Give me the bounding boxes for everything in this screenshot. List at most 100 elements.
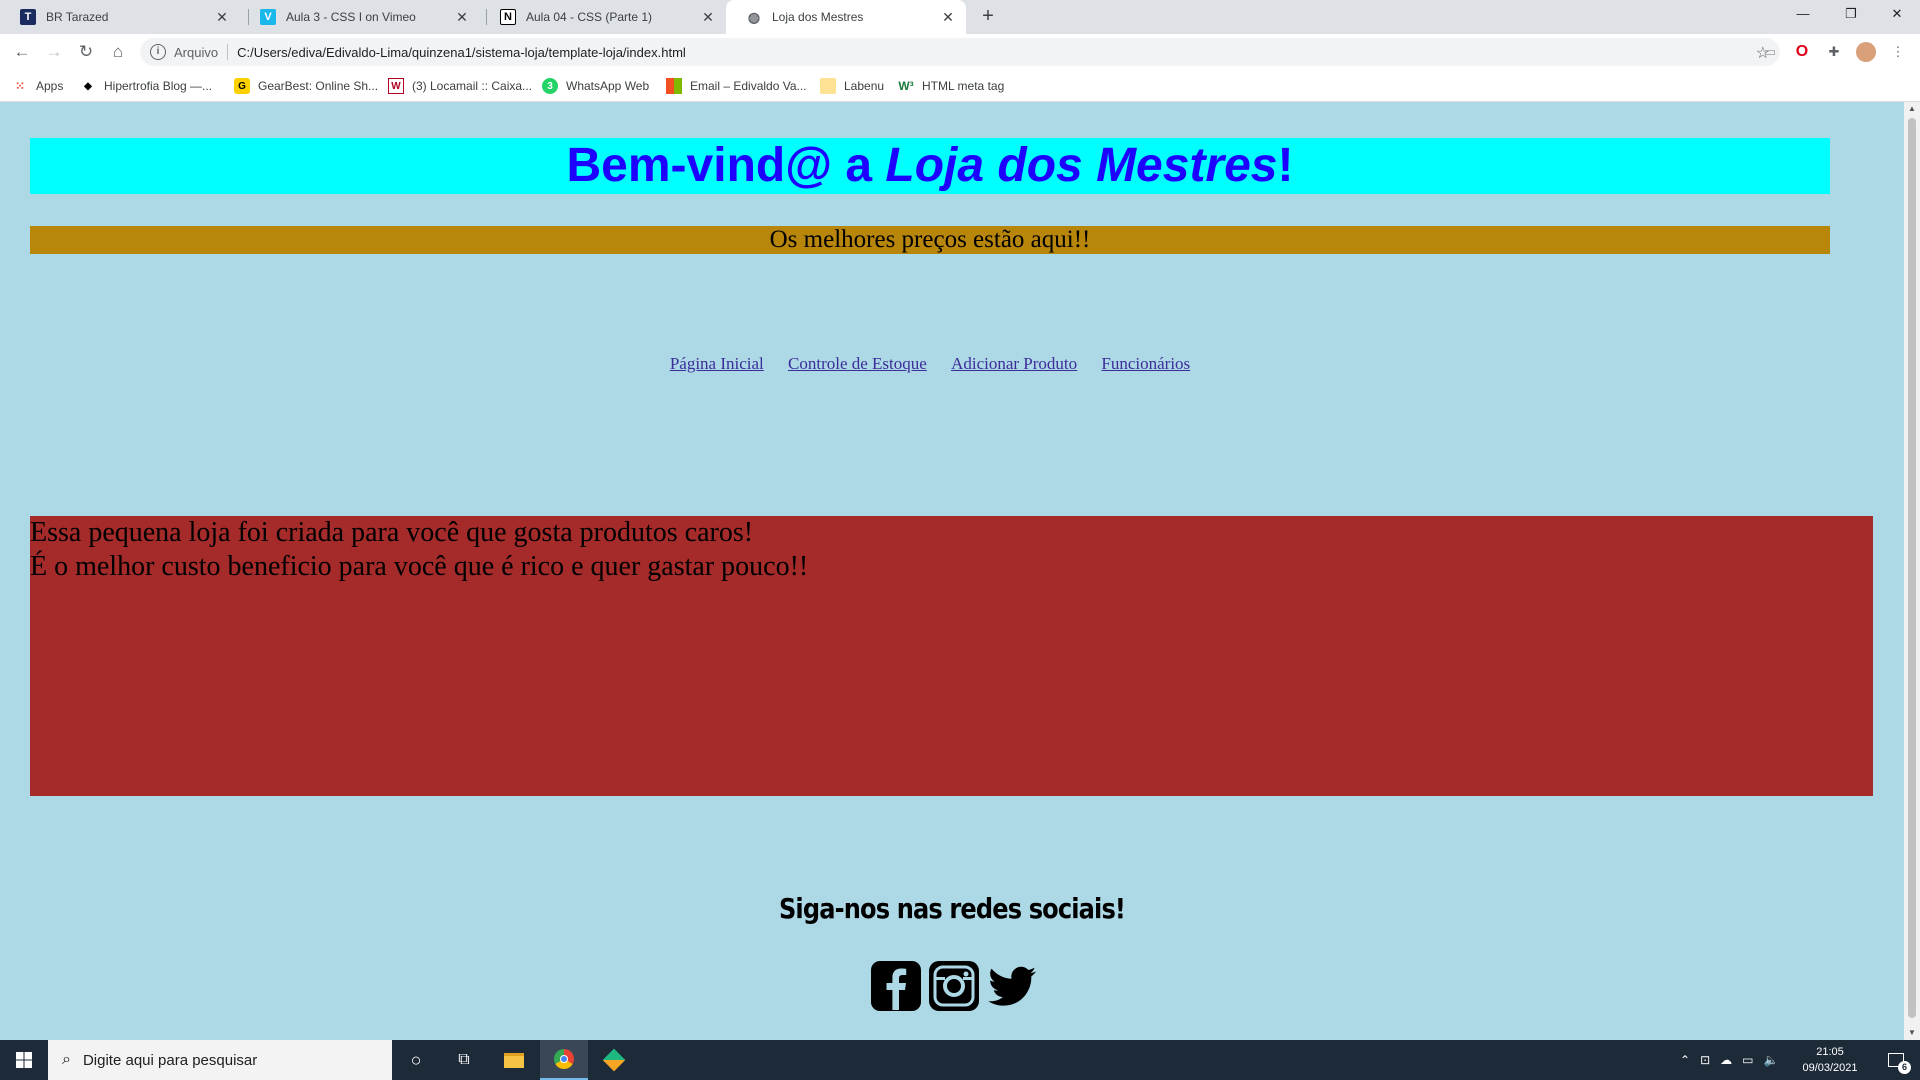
close-icon[interactable]: ✕ — [700, 9, 716, 26]
start-button[interactable] — [0, 1040, 48, 1080]
cortana-icon[interactable]: ○ — [392, 1040, 440, 1080]
forward-arrow-icon[interactable]: → — [40, 38, 68, 66]
bookmark-gearbest[interactable]: G GearBest: Online Sh... — [234, 76, 378, 96]
close-icon[interactable]: ✕ — [940, 9, 956, 26]
locamail-icon: W — [388, 78, 404, 94]
bookmark-html-meta-tag[interactable]: W³ HTML meta tag — [898, 76, 1004, 96]
menu-dots-icon[interactable]: ⋮ — [1888, 42, 1908, 62]
social-icons — [870, 960, 1040, 1016]
network-icon[interactable]: ▭ — [1742, 1053, 1753, 1067]
welcome-banner: Bem-vind@ a Loja dos Mestres! — [30, 138, 1830, 194]
minimize-button[interactable]: — — [1780, 0, 1826, 30]
search-icon: ⌕ — [62, 1051, 71, 1068]
tab-vimeo[interactable]: V Aula 3 - CSS I on Vimeo ✕ — [240, 0, 480, 34]
notification-badge: 6 — [1898, 1061, 1911, 1074]
extensions-puzzle-icon[interactable]: ✚ — [1824, 42, 1844, 62]
scroll-thumb[interactable] — [1908, 118, 1916, 1018]
bookmark-label: WhatsApp Web — [566, 79, 650, 93]
profile-avatar[interactable] — [1856, 42, 1876, 62]
about-section: Essa pequena loja foi criada para você q… — [30, 516, 1873, 796]
tab-strip: T BR Tarazed ✕ V Aula 3 - CSS I on Vimeo… — [0, 0, 1920, 34]
tab-title: Aula 3 - CSS I on Vimeo — [286, 10, 416, 24]
close-icon[interactable]: ✕ — [454, 9, 470, 26]
git-kraken-icon[interactable] — [590, 1040, 638, 1080]
tab-loja-dos-mestres[interactable]: ◍ Loja dos Mestres ✕ — [726, 0, 966, 34]
tab-br-tarazed[interactable]: T BR Tarazed ✕ — [0, 0, 240, 34]
tagline-bar: Os melhores preços estão aqui!! — [30, 226, 1830, 254]
notification-center-icon[interactable]: 6 — [1880, 1040, 1912, 1080]
scroll-up-arrow-icon[interactable]: ▲ — [1904, 102, 1920, 116]
address-url[interactable]: C:/Users/ediva/Edivaldo-Lima/quinzena1/s… — [237, 45, 686, 60]
back-arrow-icon[interactable]: ← — [8, 38, 36, 66]
scroll-down-arrow-icon[interactable]: ▼ — [1904, 1026, 1920, 1040]
address-divider — [227, 44, 229, 60]
file-explorer-icon[interactable] — [490, 1040, 538, 1080]
tarazed-icon: T — [20, 9, 36, 25]
main-menu: Página Inicial Controle de Estoque Adici… — [0, 354, 1860, 374]
browser-toolbar: ← → ↻ ⌂ i Arquivo C:/Users/ediva/Edivald… — [0, 34, 1920, 70]
apps-grid-icon: ⁙ — [14, 79, 26, 93]
page-viewport: Bem-vind@ a Loja dos Mestres! Os melhore… — [0, 102, 1904, 1040]
close-icon[interactable]: ✕ — [214, 9, 230, 26]
about-line-2: É o melhor custo beneficio para você que… — [30, 551, 809, 582]
clock-time: 21:05 — [1816, 1046, 1844, 1058]
globe-icon: ◍ — [747, 8, 761, 25]
bookmark-label: (3) Locamail :: Caixa... — [412, 79, 533, 93]
banner-suffix: ! — [1277, 139, 1294, 192]
facebook-icon[interactable] — [870, 960, 922, 1012]
microsoft-icon — [666, 78, 682, 94]
banner-store-name: Loja dos Mestres — [885, 139, 1278, 192]
chrome-icon[interactable] — [540, 1040, 588, 1080]
windows-taskbar: ⌕ Digite aqui para pesquisar ○ ⧉ ⌃ ⊡ ☁ ▭… — [0, 1040, 1920, 1080]
address-scheme-label: Arquivo — [174, 44, 219, 60]
banner-prefix: Bem-vind@ a — [566, 139, 886, 192]
reload-icon[interactable]: ↻ — [72, 38, 100, 66]
bookmark-label: Labenu — [844, 79, 885, 93]
twitter-icon[interactable] — [986, 960, 1038, 1012]
bookmark-apps[interactable]: ⁙ Apps — [12, 76, 63, 96]
new-tab-button[interactable]: + — [976, 4, 1000, 28]
notion-icon: N — [500, 9, 516, 25]
menu-link-adicionar-produto[interactable]: Adicionar Produto — [951, 354, 1077, 373]
menu-link-controle-estoque[interactable]: Controle de Estoque — [788, 354, 927, 373]
bookmark-hipertrofia[interactable]: ◆ Hipertrofia Blog —... — [80, 76, 212, 96]
bookmark-label: GearBest: Online Sh... — [258, 79, 379, 93]
opera-icon[interactable]: O — [1792, 42, 1812, 62]
info-icon[interactable]: i — [150, 44, 166, 60]
address-bar[interactable]: i Arquivo C:/Users/ediva/Edivaldo-Lima/q… — [140, 38, 1780, 66]
bookmark-label: HTML meta tag — [922, 79, 1005, 93]
volume-icon[interactable]: 🔈 — [1763, 1053, 1778, 1067]
search-placeholder: Digite aqui para pesquisar — [82, 1051, 258, 1069]
window-close-button[interactable]: ✕ — [1874, 0, 1920, 30]
onedrive-cloud-icon[interactable]: ☁ — [1720, 1053, 1732, 1067]
page-scrollbar[interactable]: ▲ ▼ — [1904, 102, 1920, 1040]
taskbar-clock[interactable]: 21:05 09/03/2021 — [1790, 1044, 1870, 1076]
bookmark-labenu[interactable]: Labenu — [820, 76, 884, 96]
windows-logo-icon — [16, 1052, 32, 1068]
bookmark-label: Email – Edivaldo Va... — [690, 79, 807, 93]
bookmark-locamail[interactable]: W (3) Locamail :: Caixa... — [388, 76, 532, 96]
instagram-icon[interactable] — [928, 960, 980, 1012]
menu-link-pagina-inicial[interactable]: Página Inicial — [670, 354, 764, 373]
bookmark-label: Apps — [36, 79, 64, 93]
bookmarks-bar: ⁙ Apps ◆ Hipertrofia Blog —... G GearBes… — [0, 70, 1920, 102]
bookmark-email[interactable]: Email – Edivaldo Va... — [666, 76, 807, 96]
bookmark-whatsapp[interactable]: 3 WhatsApp Web — [542, 76, 649, 96]
home-icon[interactable]: ⌂ — [104, 38, 132, 66]
clock-date: 09/03/2021 — [1802, 1062, 1858, 1074]
cast-icon[interactable]: ▭ — [1760, 42, 1780, 62]
tab-notion[interactable]: N Aula 04 - CSS (Parte 1) ✕ — [480, 0, 726, 34]
system-tray: ⌃ ⊡ ☁ ▭ 🔈 — [1680, 1040, 1778, 1080]
w3-icon: W³ — [898, 79, 914, 93]
taskbar-search-input[interactable]: ⌕ Digite aqui para pesquisar — [48, 1040, 392, 1080]
vimeo-icon: V — [260, 9, 276, 25]
tab-title: Loja dos Mestres — [772, 10, 864, 24]
chevron-up-icon[interactable]: ⌃ — [1680, 1053, 1690, 1067]
task-view-icon[interactable]: ⧉ — [440, 1040, 488, 1080]
gearbest-icon: G — [234, 78, 250, 94]
restore-button[interactable]: ❐ — [1828, 0, 1874, 30]
social-heading: Siga-nos nas redes sociais! — [778, 892, 1126, 925]
tab-title: Aula 04 - CSS (Parte 1) — [526, 10, 653, 24]
usb-icon[interactable]: ⊡ — [1700, 1053, 1710, 1067]
menu-link-funcionarios[interactable]: Funcionários — [1101, 354, 1190, 373]
